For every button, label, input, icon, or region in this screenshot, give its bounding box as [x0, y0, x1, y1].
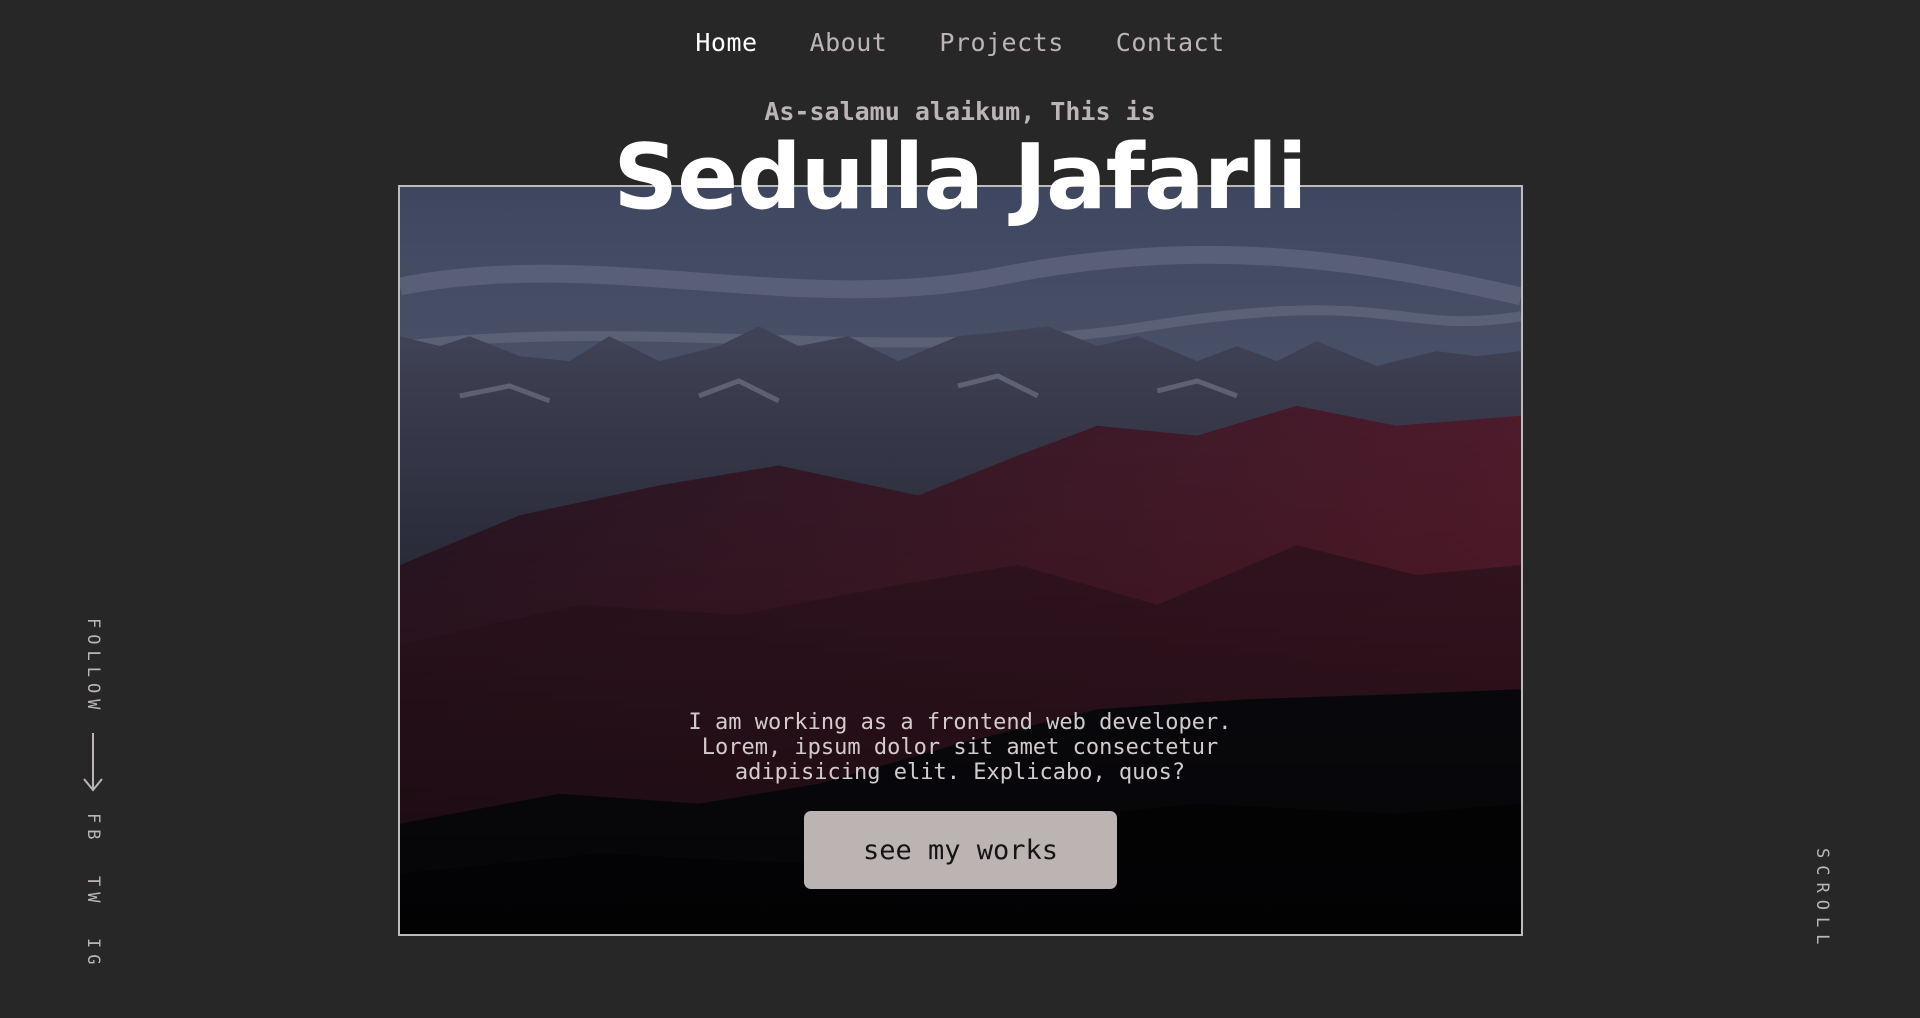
nav-projects[interactable]: Projects [939, 28, 1063, 57]
hero-name: Sedulla Jafarli [613, 125, 1307, 230]
about-line: Lorem, ipsum dolor sit amet consectetur [701, 735, 1219, 760]
greeting-text: As-salamu alaikum, This is [764, 97, 1156, 126]
about-text: I am working as a frontend web developer… [660, 710, 1260, 785]
about-line: I am working as a frontend web developer… [688, 710, 1232, 735]
social-link-ig[interactable]: IG [83, 938, 103, 970]
see-my-works-button[interactable]: see my works [804, 811, 1117, 889]
social-follow: FOLLOW FB TW IG [82, 618, 104, 1018]
nav-contact[interactable]: Contact [1116, 28, 1225, 57]
social-link-tw[interactable]: TW [83, 876, 103, 908]
nav-home[interactable]: Home [695, 28, 757, 57]
follow-label: FOLLOW [83, 618, 103, 716]
nav-about[interactable]: About [810, 28, 888, 57]
social-link-fb[interactable]: FB [83, 813, 103, 845]
main-nav: Home About Projects Contact [0, 28, 1920, 57]
scroll-indicator[interactable]: SCROLL [1812, 848, 1832, 951]
about-line: adipisicing elit. Explicabo, quos? [734, 760, 1186, 785]
arrow-down-icon [82, 733, 104, 793]
